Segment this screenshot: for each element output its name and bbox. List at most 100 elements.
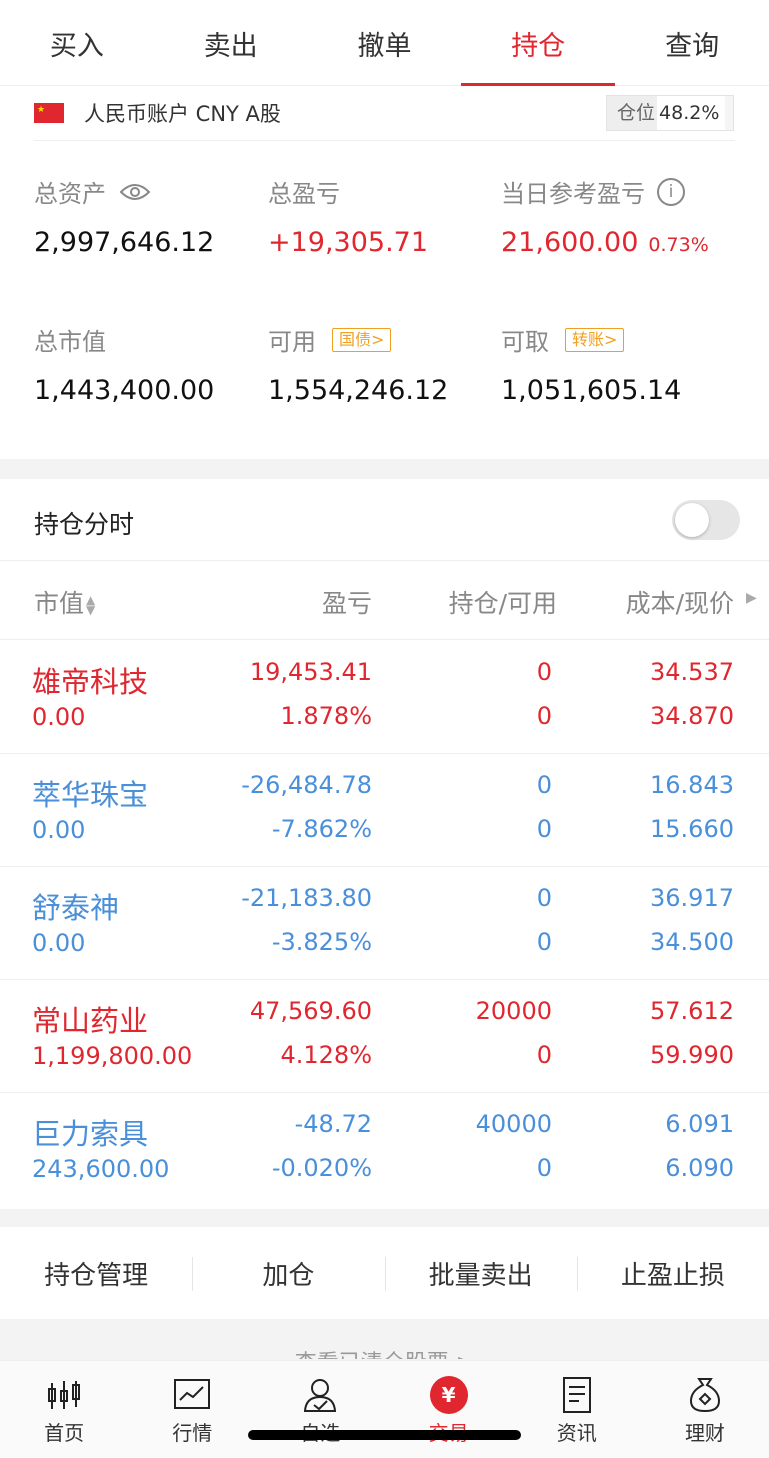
yen-icon: ¥ (429, 1376, 468, 1414)
stop-profit-loss-button[interactable]: 止盈止损 (576, 1255, 769, 1292)
view-cleared-stocks-link[interactable]: 查看已清仓股票 > (0, 1345, 769, 1359)
nav-wealth-label: 理财 (684, 1421, 725, 1445)
market-value-value: 1,443,400.00 (34, 375, 215, 406)
toggle-knob (675, 503, 709, 537)
stock-pl-pct: -3.825% (271, 928, 372, 956)
withdrawable-funds: 可取 转账> 1,051,605.14 (501, 322, 681, 406)
nav-trade[interactable]: ¥ 交易 (385, 1361, 513, 1458)
stock-pl-pct: -7.862% (271, 815, 372, 843)
withdrawable-value: 1,051,605.14 (501, 375, 682, 406)
stock-holding: 20000 (475, 997, 552, 1025)
stock-pl: 19,453.41 (249, 658, 372, 686)
table-row[interactable]: 常山药业 1,199,800.00 47,569.60 4.128% 20000… (0, 980, 769, 1093)
position-actions: 持仓管理 加仓 批量卖出 止盈止损 (0, 1227, 769, 1319)
position-ratio-badge: 仓位 48.2% (606, 95, 734, 131)
stock-market-value: 0.00 (32, 703, 86, 731)
daily-pl-label: 当日参考盈亏 (501, 180, 645, 208)
stock-market-value: 1,199,800.00 (32, 1042, 193, 1070)
daily-pl: 当日参考盈亏 i 21,600.00 0.73% (501, 174, 709, 258)
stock-available: 0 (536, 928, 552, 956)
money-bag-icon (689, 1378, 720, 1413)
positions-list: 雄帝科技 0.00 19,453.41 1.878% 0 0 34.537 34… (0, 641, 769, 1206)
sort-icon: ▲ ▼ (86, 593, 96, 617)
stock-pl: -21,183.80 (241, 884, 372, 912)
stock-price: 6.090 (665, 1154, 734, 1182)
stock-pl: -26,484.78 (241, 771, 372, 799)
total-assets-value: 2,997,646.12 (34, 227, 215, 258)
nav-news[interactable]: 资讯 (513, 1361, 641, 1458)
batch-sell-button[interactable]: 批量卖出 (384, 1255, 577, 1292)
add-position-button[interactable]: 加仓 (192, 1255, 384, 1292)
table-row[interactable]: 巨力索具 243,600.00 -48.72 -0.020% 40000 0 6… (0, 1093, 769, 1206)
scroll-right-icon[interactable]: ▶ (746, 590, 757, 606)
nav-market[interactable]: 行情 (128, 1361, 256, 1458)
tab-cancel[interactable]: 撤单 (308, 0, 462, 86)
transfer-tag[interactable]: 转账> (565, 327, 625, 352)
divider (34, 140, 735, 141)
nav-market-label: 行情 (172, 1421, 213, 1445)
column-market-value-label: 市值 (34, 589, 85, 618)
tab-sell[interactable]: 卖出 (154, 0, 308, 86)
stock-pl-pct: 1.878% (280, 702, 372, 730)
manage-positions-button[interactable]: 持仓管理 (0, 1255, 192, 1292)
tab-buy[interactable]: 买入 (0, 0, 154, 86)
position-intraday-label: 持仓分时 (34, 510, 135, 539)
table-row[interactable]: 舒泰神 0.00 -21,183.80 -3.825% 0 0 36.917 3… (0, 867, 769, 980)
daily-pl-pct: 0.73% (648, 234, 709, 256)
position-intraday-row: 持仓分时 (0, 479, 769, 561)
stock-name: 舒泰神 (32, 891, 120, 925)
table-row[interactable]: 萃华珠宝 0.00 -26,484.78 -7.862% 0 0 16.843 … (0, 754, 769, 867)
tab-query[interactable]: 查询 (615, 0, 769, 86)
market-value-label: 总市值 (34, 328, 106, 356)
chart-icon (174, 1379, 211, 1409)
stock-market-value: 243,600.00 (32, 1155, 170, 1183)
nav-home-label: 首页 (44, 1421, 85, 1445)
eye-icon[interactable] (120, 182, 150, 202)
stock-price: 15.660 (650, 815, 734, 843)
stock-name: 巨力索具 (32, 1117, 149, 1151)
stock-name: 常山药业 (32, 1004, 149, 1038)
stock-available: 0 (536, 1154, 552, 1182)
stock-holding: 0 (536, 771, 552, 799)
table-row[interactable]: 雄帝科技 0.00 19,453.41 1.878% 0 0 34.537 34… (0, 641, 769, 754)
home-indicator[interactable] (248, 1430, 521, 1440)
position-ratio-value: 48.2% (657, 96, 726, 130)
candlestick-icon (48, 1381, 81, 1409)
stock-pl: 47,569.60 (249, 997, 372, 1025)
account-bar[interactable]: ★ 人民币账户 CNY A股 仓位 48.2% (0, 88, 769, 140)
stock-pl-pct: 4.128% (280, 1041, 372, 1069)
available-funds: 可用 国债> 1,554,246.12 (268, 322, 448, 406)
nav-watchlist[interactable]: 自选 (256, 1361, 384, 1458)
stock-cost: 6.091 (665, 1110, 734, 1138)
stock-cost: 16.843 (650, 771, 734, 799)
stock-available: 0 (536, 815, 552, 843)
nav-home[interactable]: 首页 (0, 1361, 128, 1458)
stock-pl: -48.72 (294, 1110, 372, 1138)
tab-positions[interactable]: 持仓 (461, 0, 615, 86)
position-ratio-label: 仓位 (607, 96, 658, 130)
available-value: 1,554,246.12 (268, 375, 449, 406)
total-pl: 总盈亏 +19,305.71 (268, 174, 428, 258)
nav-news-label: 资讯 (556, 1421, 597, 1445)
positions-table-header: 市值 ▲ ▼ 盈亏 持仓/可用 成本/现价 ▶ (0, 562, 769, 640)
user-check-icon (304, 1379, 337, 1412)
total-pl-label: 总盈亏 (268, 180, 340, 208)
column-holding[interactable]: 持仓/可用 (449, 584, 557, 620)
column-price[interactable]: 成本/现价 (626, 584, 734, 620)
china-flag-icon: ★ (34, 103, 64, 123)
stock-name: 雄帝科技 (32, 665, 149, 699)
total-assets-label: 总资产 (34, 180, 106, 208)
total-assets: 总资产 2,997,646.12 (34, 174, 214, 258)
stock-holding: 40000 (475, 1110, 552, 1138)
nav-wealth[interactable]: 理财 (641, 1361, 769, 1458)
market-value: 总市值 1,443,400.00 (34, 322, 214, 406)
account-label: 人民币账户 CNY A股 (84, 102, 281, 126)
stock-available: 0 (536, 1041, 552, 1069)
daily-pl-value: 21,600.00 (501, 227, 639, 258)
position-intraday-toggle[interactable] (672, 500, 740, 540)
column-pl[interactable]: 盈亏 (322, 584, 372, 620)
total-pl-value: +19,305.71 (268, 227, 429, 258)
info-icon[interactable]: i (657, 177, 685, 206)
treasury-bond-tag[interactable]: 国债> (332, 327, 392, 352)
column-market-value[interactable]: 市值 ▲ ▼ (34, 584, 95, 620)
